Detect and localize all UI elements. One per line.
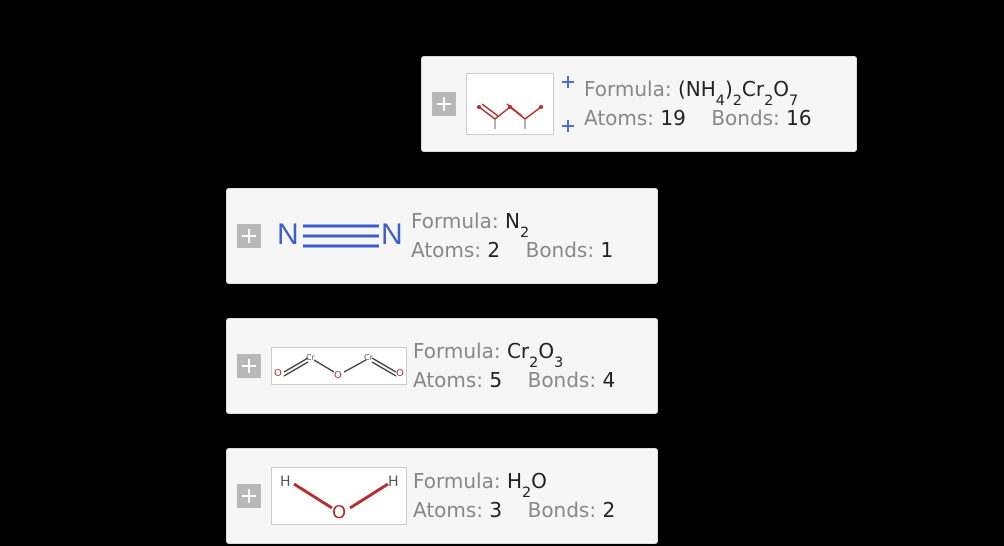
bonds-value: 1 [600, 238, 613, 262]
molecule-card-dinitrogen: N N Formula: N2 Atoms: 2 Bonds: 1 [226, 188, 658, 284]
svg-text:O: O [334, 370, 342, 381]
bonds-label: Bonds: [528, 368, 597, 392]
charge-badges [560, 74, 576, 134]
formula-value: H2O [507, 469, 547, 493]
atom-label-n: N [277, 218, 299, 251]
atoms-value: 5 [489, 368, 502, 392]
svg-text:Cr: Cr [306, 353, 316, 362]
formula-row: Formula: H2O [413, 467, 615, 496]
atoms-value: 3 [489, 498, 502, 522]
svg-text:O: O [396, 368, 404, 379]
molecule-info: Formula: N2 Atoms: 2 Bonds: 1 [411, 207, 613, 265]
bonds-value: 16 [786, 106, 811, 130]
formula-label: Formula: [584, 77, 672, 101]
atoms-label: Atoms: [584, 106, 654, 130]
atom-label-n: N [381, 218, 403, 251]
formula-label: Formula: [413, 469, 501, 493]
molecule-card-ammonium-dichromate: Formula: (NH4)2Cr2O7 Atoms: 19 Bonds: 16 [421, 56, 857, 152]
structure-thumbnail: H O H [271, 467, 407, 525]
formula-row: Formula: N2 [411, 207, 613, 236]
plus-icon [237, 484, 261, 508]
plus-icon [237, 224, 261, 248]
formula-label: Formula: [413, 339, 501, 363]
counts-row: Atoms: 19 Bonds: 16 [584, 104, 812, 133]
svg-text:O: O [332, 502, 346, 523]
atoms-label: Atoms: [413, 498, 483, 522]
bonds-value: 2 [602, 498, 615, 522]
molecule-card-water: H O H Formula: H2O Atoms: 3 Bonds: 2 [226, 448, 658, 544]
counts-row: Atoms: 2 Bonds: 1 [411, 236, 613, 265]
molecule-info: Formula: Cr2O3 Atoms: 5 Bonds: 4 [413, 337, 615, 395]
molecule-info: Formula: H2O Atoms: 3 Bonds: 2 [413, 467, 615, 525]
structure-thumbnail: N N [271, 208, 405, 264]
expand-button[interactable] [237, 224, 261, 248]
molecule-info: Formula: (NH4)2Cr2O7 Atoms: 19 Bonds: 16 [584, 75, 812, 133]
svg-text:H: H [388, 474, 399, 490]
bonds-value: 4 [602, 368, 615, 392]
bonds-label: Bonds: [526, 238, 595, 262]
plus-icon [237, 354, 261, 378]
atoms-label: Atoms: [411, 238, 481, 262]
svg-text:H: H [280, 474, 291, 490]
counts-row: Atoms: 5 Bonds: 4 [413, 366, 615, 395]
cation-icon [560, 118, 576, 134]
counts-row: Atoms: 3 Bonds: 2 [413, 496, 615, 525]
svg-text:O: O [274, 368, 282, 379]
structure-thumbnail: O Cr O Cr O [271, 347, 407, 385]
bonds-label: Bonds: [528, 498, 597, 522]
formula-value: Cr2O3 [507, 339, 563, 363]
bonds-label: Bonds: [711, 106, 780, 130]
expand-button[interactable] [432, 92, 456, 116]
expand-button[interactable] [237, 354, 261, 378]
atoms-label: Atoms: [413, 368, 483, 392]
formula-row: Formula: Cr2O3 [413, 337, 615, 366]
cation-icon [560, 74, 576, 90]
formula-label: Formula: [411, 209, 499, 233]
plus-icon [432, 92, 456, 116]
atoms-value: 19 [660, 106, 685, 130]
formula-value: (NH4)2Cr2O7 [678, 77, 798, 101]
structure-thumbnail [466, 73, 554, 135]
expand-button[interactable] [237, 484, 261, 508]
formula-value: N2 [505, 209, 529, 233]
svg-text:Cr: Cr [364, 353, 374, 362]
formula-row: Formula: (NH4)2Cr2O7 [584, 75, 812, 104]
molecule-card-chromium-oxide: O Cr O Cr O Formula: Cr2O3 Atoms: 5 Bond… [226, 318, 658, 414]
atoms-value: 2 [487, 238, 500, 262]
